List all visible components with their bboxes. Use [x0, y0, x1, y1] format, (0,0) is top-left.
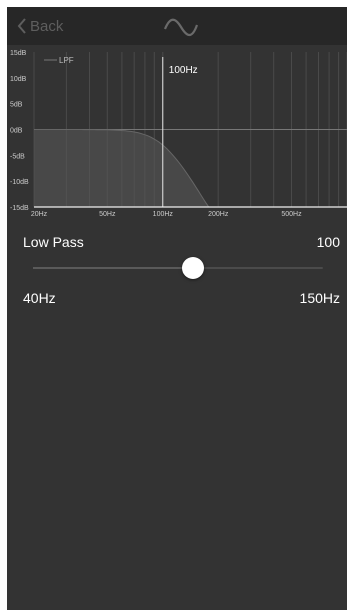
slider-max-label: 150Hz [299, 290, 340, 306]
cutoff-label: 100Hz [169, 65, 198, 76]
legend-lpf: LPF [59, 56, 74, 65]
db-tick-label: 15dB [10, 50, 27, 57]
frequency-response-graph: 15dB 10dB 5dB 0dB -5dB -10dB -15dB 20Hz 50Hz 100… [10, 50, 347, 218]
freq-tick-label: 50Hz [99, 211, 116, 218]
low-pass-slider[interactable] [33, 257, 323, 279]
nav-bar: Back [7, 7, 347, 45]
slider-thumb[interactable] [181, 257, 204, 279]
back-label: Back [30, 17, 64, 35]
freq-tick-label: 20Hz [31, 211, 48, 218]
freq-tick-label: 200Hz [208, 211, 229, 218]
db-tick-label: -5dB [10, 153, 25, 160]
control-value: 100 [316, 234, 340, 250]
db-tick-label: 10dB [10, 76, 27, 83]
db-tick-label: 0dB [10, 128, 23, 135]
slider-fill [33, 267, 193, 269]
freq-tick-label: 100Hz [153, 211, 174, 218]
sine-wave-icon [163, 18, 199, 37]
lpf-response-area [34, 129, 347, 207]
eq-screen: Back 15dB 10dB 5dB 0dB -5dB -10dB -15dB 20Hz 50… [7, 7, 347, 610]
freq-tick-label: 500Hz [281, 211, 302, 218]
slider-min-label: 40Hz [23, 290, 56, 306]
chevron-left-icon [17, 18, 26, 34]
db-tick-label: -15dB [10, 205, 29, 212]
db-tick-label: -10dB [10, 179, 29, 186]
back-button[interactable]: Back [17, 16, 63, 36]
db-tick-label: 5dB [10, 102, 23, 109]
control-label: Low Pass [23, 234, 84, 250]
